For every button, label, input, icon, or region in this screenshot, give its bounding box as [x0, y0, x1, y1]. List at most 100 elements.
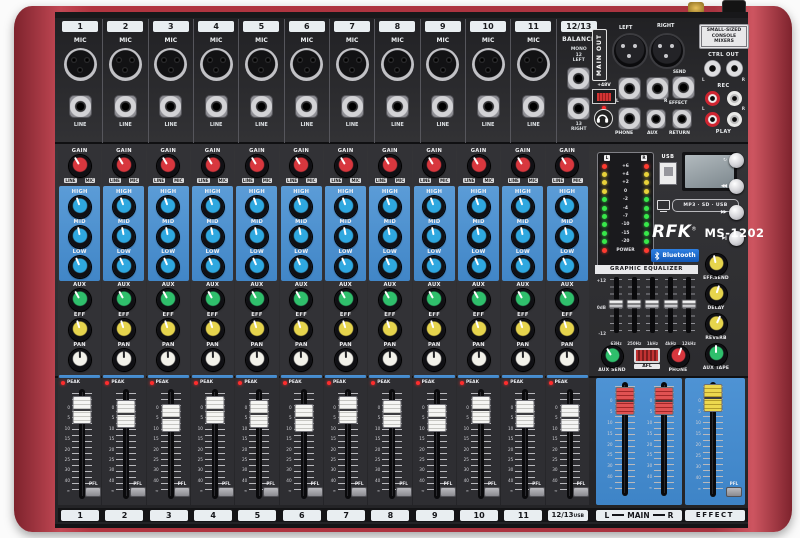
aux-knob[interactable]: [113, 289, 135, 311]
low-knob[interactable]: [202, 256, 224, 278]
geq-slider-cap[interactable]: [627, 300, 642, 309]
pan-knob[interactable]: [113, 349, 135, 371]
pan-knob[interactable]: [512, 349, 534, 371]
low-knob[interactable]: [157, 256, 179, 278]
pfl-button[interactable]: [218, 487, 234, 497]
effect-pfl-button[interactable]: [726, 487, 742, 497]
pfl-button[interactable]: [440, 487, 456, 497]
fader-cap[interactable]: [117, 400, 136, 428]
eff-knob[interactable]: [202, 319, 224, 341]
aux-knob[interactable]: [246, 289, 268, 311]
low-knob[interactable]: [335, 256, 357, 278]
geq-slider-cap[interactable]: [681, 300, 696, 309]
aux-knob[interactable]: [423, 289, 445, 311]
high-knob[interactable]: [423, 196, 445, 218]
gain-knob[interactable]: [512, 155, 534, 177]
pan-knob[interactable]: [157, 349, 179, 371]
eff-knob[interactable]: [113, 319, 135, 341]
high-knob[interactable]: [512, 196, 534, 218]
main-r-fader-cap[interactable]: [655, 387, 674, 415]
pan-knob[interactable]: [423, 349, 445, 371]
gain-knob[interactable]: [246, 155, 268, 177]
fader-cap[interactable]: [294, 404, 313, 432]
pfl-button[interactable]: [573, 487, 589, 497]
mid-knob[interactable]: [379, 226, 401, 248]
eff-knob[interactable]: [423, 319, 445, 341]
pfl-button[interactable]: [529, 487, 545, 497]
mid-knob[interactable]: [468, 226, 490, 248]
fader-cap[interactable]: [205, 396, 224, 424]
phantom-switch[interactable]: [592, 89, 616, 104]
pan-knob[interactable]: [69, 349, 91, 371]
mid-knob[interactable]: [290, 226, 312, 248]
pan-knob[interactable]: [379, 349, 401, 371]
high-knob[interactable]: [202, 196, 224, 218]
aux-knob[interactable]: [157, 289, 179, 311]
aux-knob[interactable]: [556, 289, 578, 311]
high-knob[interactable]: [468, 196, 490, 218]
high-knob[interactable]: [69, 196, 91, 218]
aux-knob[interactable]: [335, 289, 357, 311]
usb-socket[interactable]: [659, 162, 677, 185]
aux-knob[interactable]: [69, 289, 91, 311]
eff-knob[interactable]: [468, 319, 490, 341]
pfl-button[interactable]: [484, 487, 500, 497]
aux-tape-knob[interactable]: [706, 344, 727, 365]
pfl-button[interactable]: [307, 487, 323, 497]
fader-cap[interactable]: [250, 400, 269, 428]
eff-knob[interactable]: [290, 319, 312, 341]
high-knob[interactable]: [290, 196, 312, 218]
phone-knob[interactable]: [668, 346, 689, 367]
pan-knob[interactable]: [335, 349, 357, 371]
delay-knob[interactable]: [706, 284, 727, 305]
high-knob[interactable]: [556, 196, 578, 218]
gain-knob[interactable]: [202, 155, 224, 177]
high-knob[interactable]: [113, 196, 135, 218]
gain-knob[interactable]: [157, 155, 179, 177]
gain-knob[interactable]: [113, 155, 135, 177]
low-knob[interactable]: [468, 256, 490, 278]
afl-button[interactable]: [634, 348, 660, 363]
pfl-button[interactable]: [85, 487, 101, 497]
pfl-button[interactable]: [396, 487, 412, 497]
low-knob[interactable]: [113, 256, 135, 278]
eff-knob[interactable]: [69, 319, 91, 341]
gain-knob[interactable]: [468, 155, 490, 177]
gain-knob[interactable]: [69, 155, 91, 177]
aux-knob[interactable]: [202, 289, 224, 311]
eff-knob[interactable]: [556, 319, 578, 341]
mid-knob[interactable]: [423, 226, 445, 248]
next-button[interactable]: [729, 205, 744, 220]
fader-cap[interactable]: [383, 400, 402, 428]
geq-slider-cap[interactable]: [609, 300, 624, 309]
pan-knob[interactable]: [202, 349, 224, 371]
pfl-button[interactable]: [263, 487, 279, 497]
high-knob[interactable]: [335, 196, 357, 218]
high-knob[interactable]: [246, 196, 268, 218]
mid-knob[interactable]: [512, 226, 534, 248]
eff-knob[interactable]: [157, 319, 179, 341]
low-knob[interactable]: [69, 256, 91, 278]
pan-knob[interactable]: [246, 349, 268, 371]
fader-cap[interactable]: [471, 396, 490, 424]
fader-cap[interactable]: [73, 396, 92, 424]
fader-cap[interactable]: [560, 404, 579, 432]
fader-cap[interactable]: [427, 404, 446, 432]
mid-knob[interactable]: [69, 226, 91, 248]
pfl-button[interactable]: [174, 487, 190, 497]
mid-knob[interactable]: [556, 226, 578, 248]
mid-knob[interactable]: [157, 226, 179, 248]
eff-knob[interactable]: [335, 319, 357, 341]
eff-knob[interactable]: [246, 319, 268, 341]
pan-knob[interactable]: [468, 349, 490, 371]
high-knob[interactable]: [157, 196, 179, 218]
eff-knob[interactable]: [379, 319, 401, 341]
aux-knob[interactable]: [512, 289, 534, 311]
low-knob[interactable]: [556, 256, 578, 278]
aux-send-knob[interactable]: [602, 346, 623, 367]
pan-knob[interactable]: [290, 349, 312, 371]
mid-knob[interactable]: [113, 226, 135, 248]
eff-knob[interactable]: [512, 319, 534, 341]
gain-knob[interactable]: [379, 155, 401, 177]
geq-slider-cap[interactable]: [645, 300, 660, 309]
